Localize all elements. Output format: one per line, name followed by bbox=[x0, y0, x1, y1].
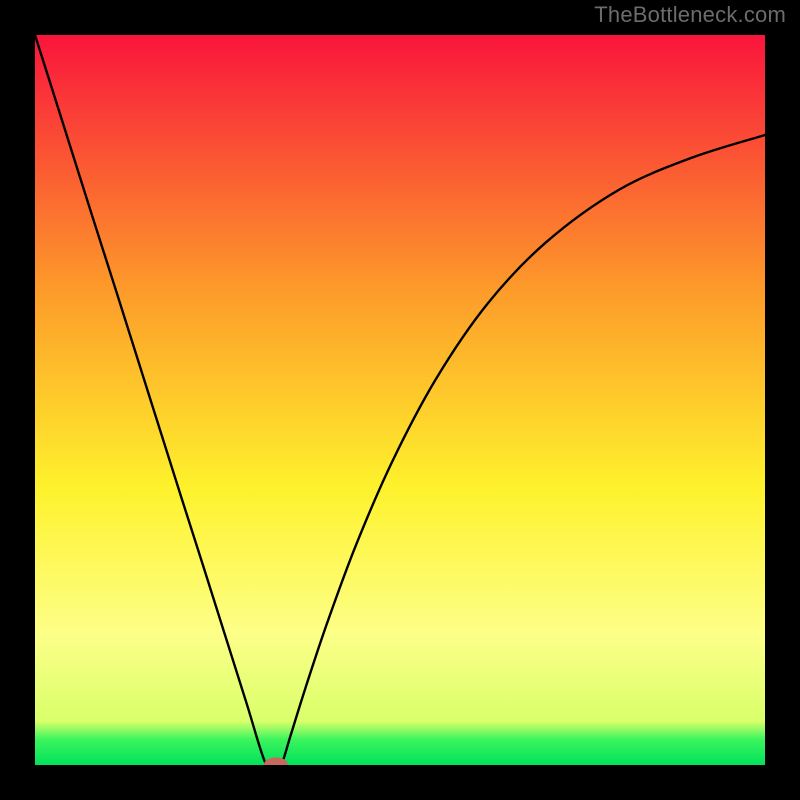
watermark-text: TheBottleneck.com bbox=[594, 2, 786, 28]
plot-area bbox=[35, 35, 765, 765]
chart-frame: TheBottleneck.com bbox=[0, 0, 800, 800]
chart-svg bbox=[35, 35, 765, 765]
gradient-background bbox=[35, 35, 765, 765]
